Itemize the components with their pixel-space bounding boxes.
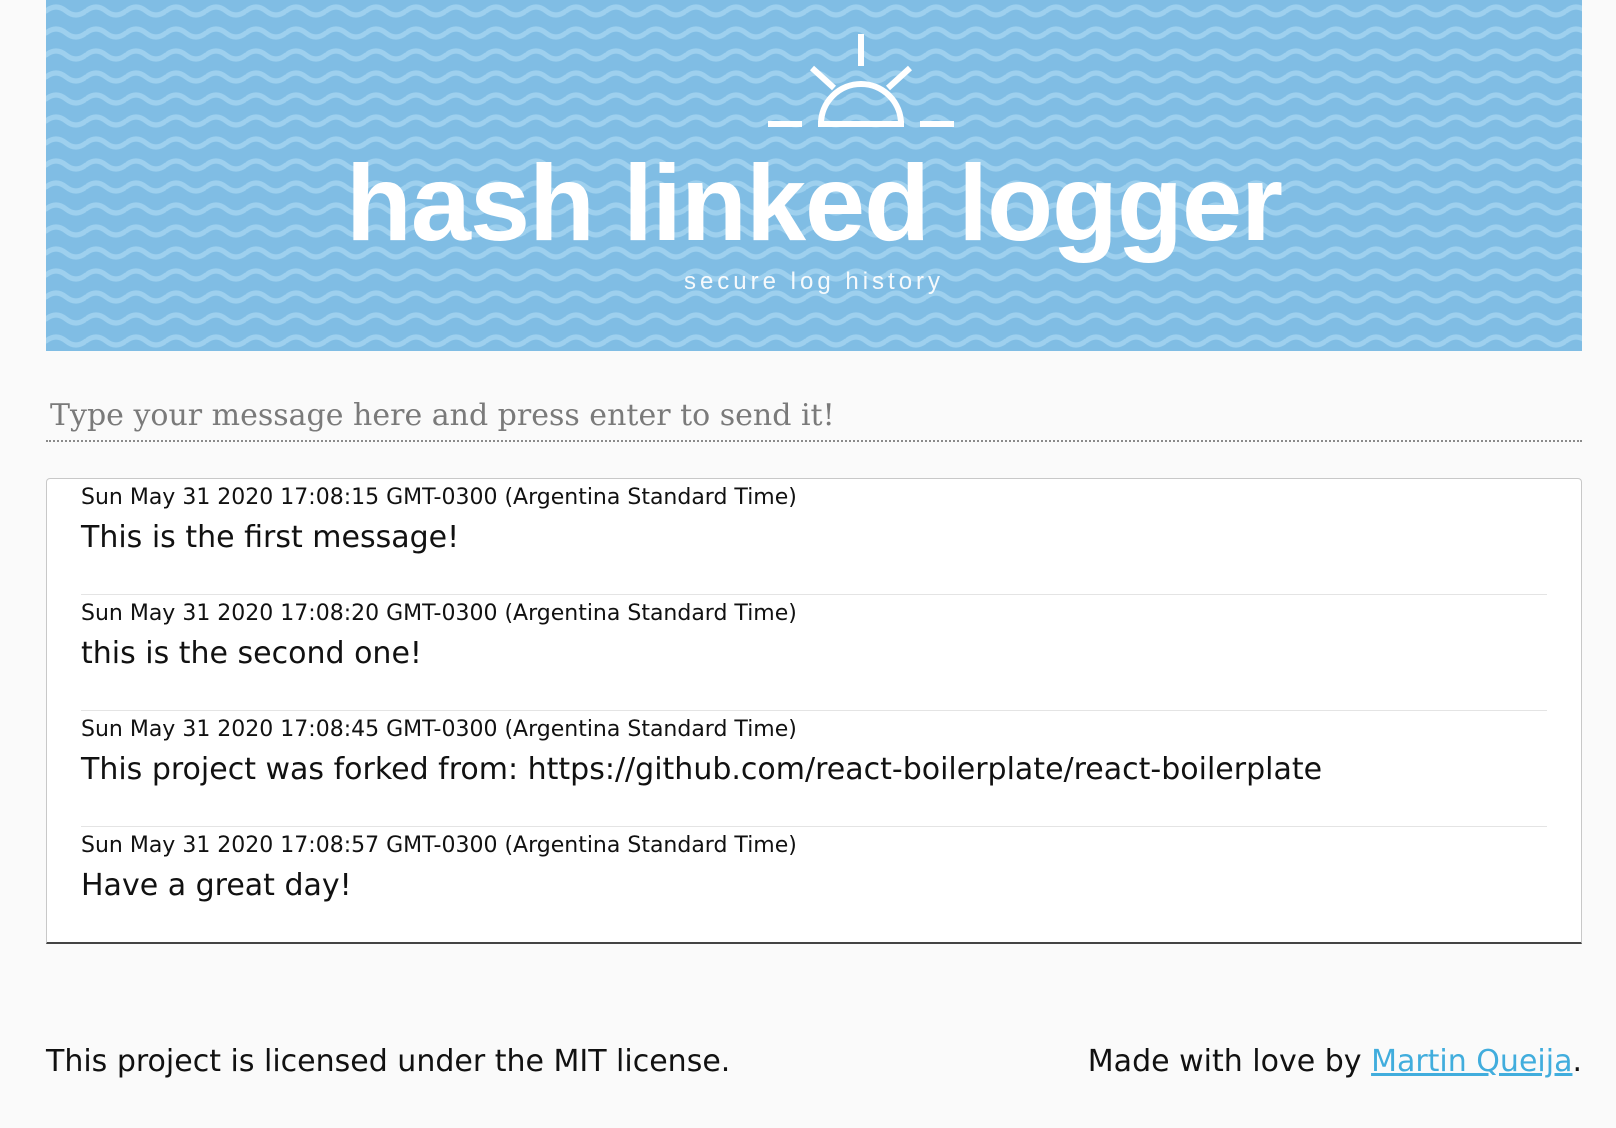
- credit-prefix: Made with love by: [1087, 1044, 1372, 1079]
- page: hash linked logger secure log history Su…: [0, 0, 1616, 1128]
- app-subtitle: secure log history: [683, 268, 945, 295]
- header-banner: hash linked logger secure log history: [46, 0, 1582, 351]
- author-link[interactable]: Martin Queija: [1371, 1044, 1572, 1079]
- log-entry: Sun May 31 2020 17:08:45 GMT-0300 (Argen…: [81, 711, 1547, 827]
- log-entry: Sun May 31 2020 17:08:20 GMT-0300 (Argen…: [81, 595, 1547, 711]
- message-input[interactable]: [46, 390, 1582, 442]
- credit-text: Made with love by Martin Queija.: [1088, 1044, 1582, 1079]
- log-timestamp: Sun May 31 2020 17:08:45 GMT-0300 (Argen…: [81, 717, 797, 742]
- log-entry: Sun May 31 2020 17:08:15 GMT-0300 (Argen…: [81, 479, 1547, 595]
- log-message: this is the second one!: [81, 636, 422, 671]
- log-list: Sun May 31 2020 17:08:15 GMT-0300 (Argen…: [46, 478, 1582, 944]
- log-timestamp: Sun May 31 2020 17:08:20 GMT-0300 (Argen…: [81, 601, 797, 626]
- log-entry: Sun May 31 2020 17:08:57 GMT-0300 (Argen…: [81, 827, 1547, 943]
- log-message: This is the first message!: [81, 520, 460, 555]
- license-text: This project is licensed under the MIT l…: [46, 1044, 731, 1079]
- log-timestamp: Sun May 31 2020 17:08:57 GMT-0300 (Argen…: [81, 833, 797, 858]
- sunrise-icon: [768, 34, 954, 127]
- app-title: hash linked logger: [345, 142, 1283, 263]
- log-message: This project was forked from: https://gi…: [81, 752, 1323, 787]
- log-message: Have a great day!: [81, 868, 352, 903]
- log-timestamp: Sun May 31 2020 17:08:15 GMT-0300 (Argen…: [81, 485, 797, 510]
- credit-suffix: .: [1572, 1044, 1582, 1079]
